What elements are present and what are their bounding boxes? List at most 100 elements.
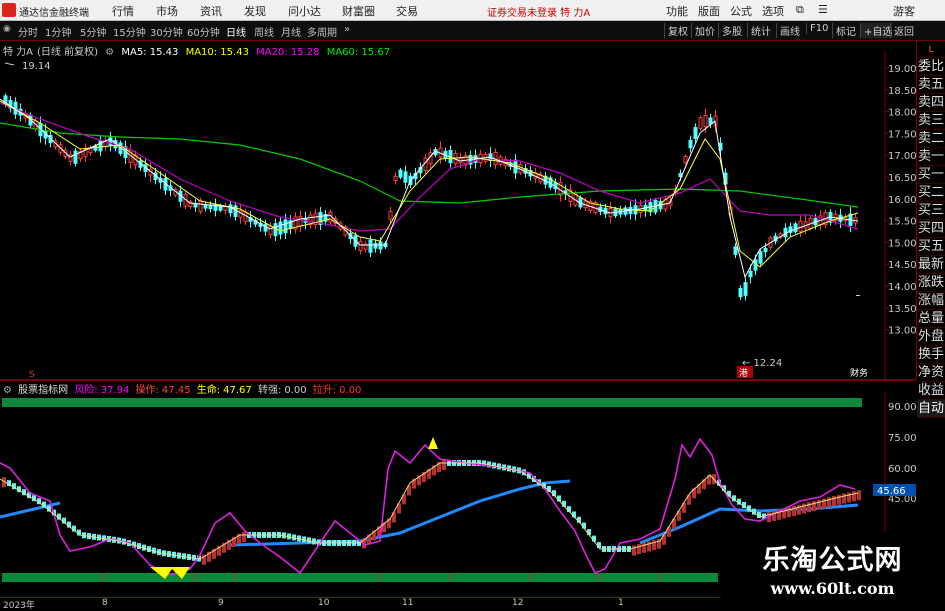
sidebar-item-sell4[interactable]: 卖四 xyxy=(917,94,945,112)
sidebar-item-sell3[interactable]: 卖三 xyxy=(917,112,945,130)
menu-ask[interactable]: 问小达 xyxy=(288,3,321,19)
price-tick: 15.50 xyxy=(888,217,916,228)
login-alert[interactable]: 证券交易未登录 特 力A xyxy=(487,4,590,19)
candle xyxy=(748,270,753,278)
candle xyxy=(203,204,208,209)
guest-label[interactable]: 游客 xyxy=(893,3,915,19)
sidebar-item-sell1[interactable]: 卖一 xyxy=(917,148,945,166)
sidebar-item-outer[interactable]: 外盘 xyxy=(917,328,945,346)
tab-mark[interactable]: 标记 xyxy=(832,23,856,38)
candle xyxy=(693,127,698,139)
price-tick: 16.50 xyxy=(888,173,916,184)
candle xyxy=(743,282,748,296)
sidebar-item-buy4[interactable]: 买四 xyxy=(917,220,945,238)
sidebar-item-sell5[interactable]: 卖五 xyxy=(917,76,945,94)
price-tick: 15.00 xyxy=(888,238,916,249)
sidebar-item-turnover[interactable]: 换手 xyxy=(917,346,945,364)
sidebar-item-net-assets[interactable]: 净资 xyxy=(917,364,945,382)
indicator-bar xyxy=(642,542,646,553)
app-title: 通达信金融终端 xyxy=(19,8,89,19)
refresh-icon[interactable]: ◉ xyxy=(3,24,11,34)
indicator-bar xyxy=(637,544,641,555)
candle xyxy=(398,169,403,178)
candle xyxy=(193,203,198,208)
x-tick-9: 9 xyxy=(218,598,224,608)
candle xyxy=(298,216,303,227)
menu-discover[interactable]: 发现 xyxy=(244,3,266,19)
menu-formula[interactable]: 公式 xyxy=(730,3,752,19)
watermark: 乐淘公式网 www.60lt.com xyxy=(720,532,945,609)
tab-draw[interactable]: 画线 xyxy=(776,23,800,38)
sidebar-item-buy3[interactable]: 买三 xyxy=(917,202,945,220)
menu-trade[interactable]: 交易 xyxy=(396,3,418,19)
candle xyxy=(688,139,693,149)
price-tick: 14.50 xyxy=(888,260,916,271)
sidebar-item-change-pct[interactable]: 涨幅 xyxy=(917,292,945,310)
x-tick-11: 11 xyxy=(402,598,414,608)
sidebar-item-sell2[interactable]: 卖二 xyxy=(917,130,945,148)
sidebar-top[interactable]: L xyxy=(917,41,945,58)
tab-timeshare[interactable]: 分时 xyxy=(18,24,38,39)
sidebar-item-latest[interactable]: 最新 xyxy=(917,256,945,274)
candle xyxy=(798,220,803,232)
sidebar-auto[interactable]: 自动 xyxy=(917,400,945,418)
candle xyxy=(73,150,78,164)
app-logo xyxy=(2,3,16,17)
candle xyxy=(733,246,738,255)
sidebar-item-buy1[interactable]: 买一 xyxy=(917,166,945,184)
tab-add-price[interactable]: 加价 xyxy=(691,23,715,38)
candle xyxy=(93,145,98,151)
indicator-bar xyxy=(442,460,446,470)
tab-60min[interactable]: 60分钟 xyxy=(187,24,220,39)
menu-quotes[interactable]: 行情 xyxy=(112,3,134,19)
indicator-bar xyxy=(652,540,656,551)
top-band xyxy=(2,398,862,407)
sidebar-item-change[interactable]: 涨跌 xyxy=(917,274,945,292)
indicator-bar xyxy=(797,504,801,515)
menu-layout[interactable]: 版面 xyxy=(698,3,720,19)
sidebar-item-volume[interactable]: 总量 xyxy=(917,310,945,328)
tab-multi-period[interactable]: 多周期 xyxy=(307,24,337,39)
indicator-bar xyxy=(837,494,841,505)
more-periods-icon[interactable]: » xyxy=(344,24,350,35)
tab-weekly[interactable]: 周线 xyxy=(254,24,274,39)
candle xyxy=(358,241,363,251)
tab-1min[interactable]: 1分钟 xyxy=(45,24,71,39)
indicator-bar xyxy=(822,498,826,509)
menu-news[interactable]: 资讯 xyxy=(200,3,222,19)
tab-daily[interactable]: 日线 xyxy=(226,24,246,39)
indicator-bar xyxy=(787,507,791,518)
sidebar-item-committee[interactable]: 委比 xyxy=(917,58,945,76)
tab-statistics[interactable]: 统计 xyxy=(747,23,771,38)
price-tick: 14.00 xyxy=(888,282,916,293)
sidebar-item-earnings[interactable]: 收益 xyxy=(917,382,945,400)
indicator-bar xyxy=(842,493,846,504)
tab-monthly[interactable]: 月线 xyxy=(281,24,301,39)
fin-badge[interactable]: 财务 xyxy=(850,367,868,379)
tab-adjust[interactable]: 复权 xyxy=(664,23,688,38)
tab-multi-stock[interactable]: 多股 xyxy=(718,23,742,38)
user-icon[interactable]: ☰ xyxy=(818,3,828,16)
menu-wealth[interactable]: 财富圈 xyxy=(342,3,375,19)
candle xyxy=(738,288,743,298)
menu-function[interactable]: 功能 xyxy=(666,3,688,19)
menu-options[interactable]: 选项 xyxy=(762,3,784,19)
sidebar-item-buy2[interactable]: 买二 xyxy=(917,184,945,202)
candlestick-chart[interactable]: 19.00 18.50 18.00 17.50 17.00 16.50 16.00 15.50… xyxy=(0,41,916,381)
tab-add-watchlist[interactable]: +自选 xyxy=(860,23,893,38)
restore-icon[interactable]: ⧉ xyxy=(796,3,804,17)
candle xyxy=(198,199,203,213)
tab-back[interactable]: 返回 xyxy=(890,23,914,38)
tab-f10[interactable]: F10 xyxy=(806,23,828,34)
price-tick: 17.50 xyxy=(888,129,916,140)
tab-30min[interactable]: 30分钟 xyxy=(150,24,183,39)
candle xyxy=(793,223,798,233)
indicator-bar xyxy=(827,497,831,508)
candle xyxy=(228,204,233,214)
indicator-bar xyxy=(812,501,816,511)
sidebar-item-buy5[interactable]: 买五 xyxy=(917,238,945,256)
ind-tick-90: 90.00 xyxy=(888,402,916,413)
tab-15min[interactable]: 15分钟 xyxy=(113,24,146,39)
tab-5min[interactable]: 5分钟 xyxy=(80,24,106,39)
menu-market[interactable]: 市场 xyxy=(156,3,178,19)
